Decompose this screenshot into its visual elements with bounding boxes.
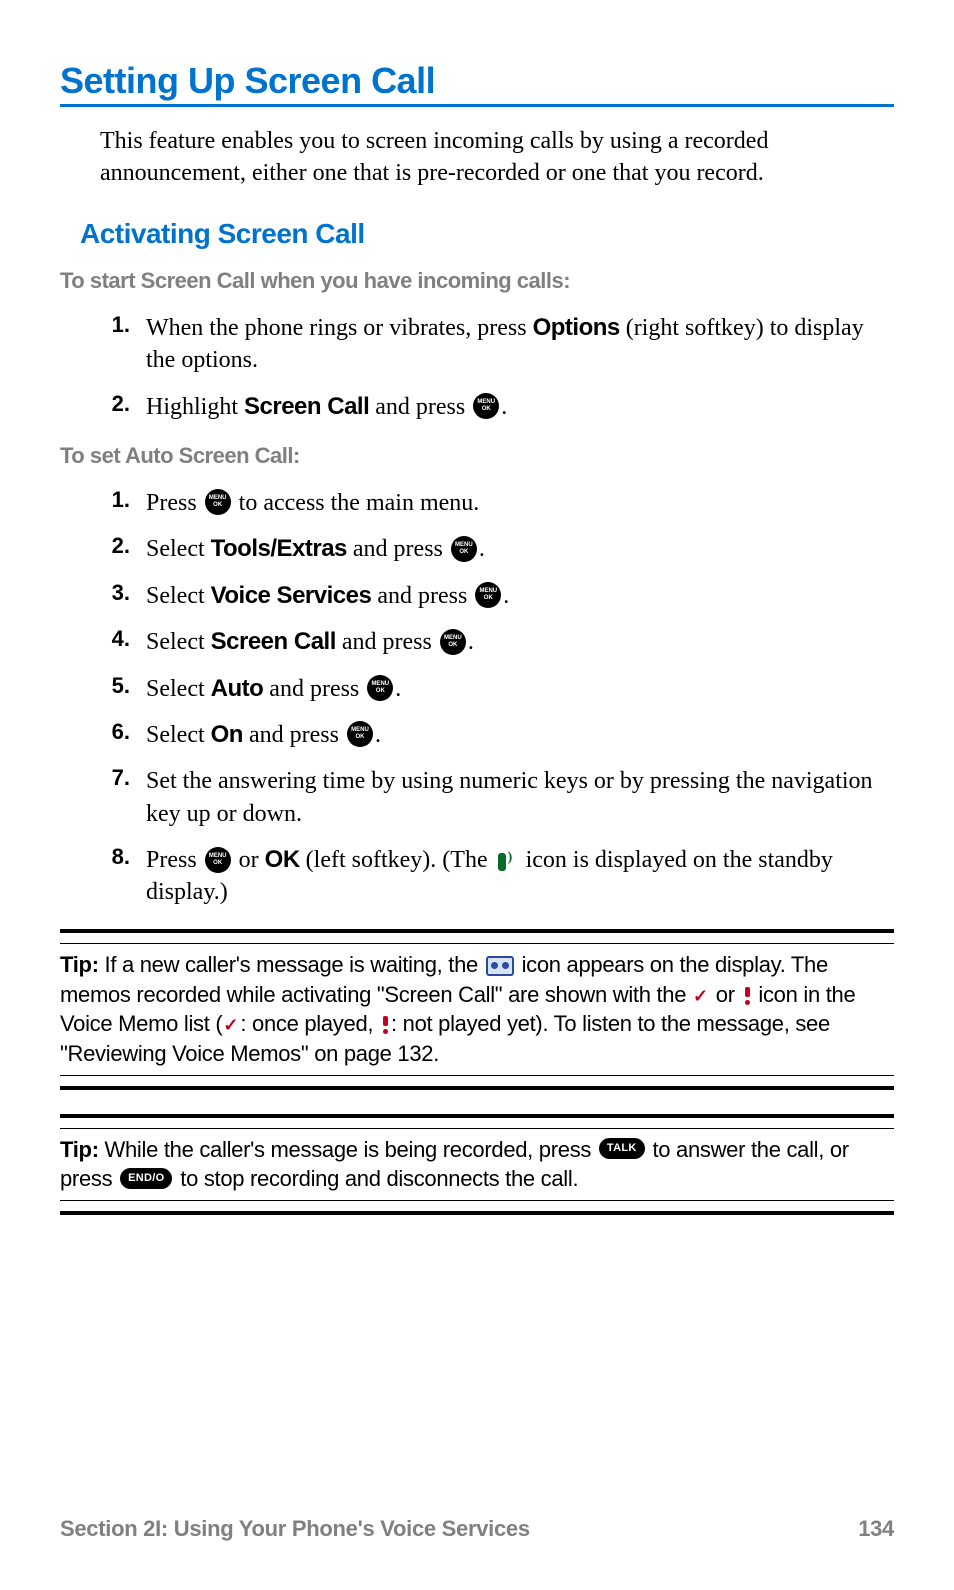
step-number: 6. <box>106 719 146 751</box>
tip-label: Tip: <box>60 1137 99 1162</box>
step-item: 7. Set the answering time by using numer… <box>60 765 894 830</box>
step-item: 8. Press or OK (left softkey). (The icon… <box>60 844 894 909</box>
step-number: 2. <box>106 533 146 565</box>
menu-ok-icon <box>367 675 393 701</box>
step-item: 6. Select On and press . <box>60 719 894 751</box>
exclamation-icon <box>380 1016 390 1034</box>
step-item: 3. Select Voice Services and press . <box>60 580 894 612</box>
step-item: 1. Press to access the main menu. <box>60 487 894 519</box>
footer-section: Section 2I: Using Your Phone's Voice Ser… <box>60 1516 530 1542</box>
procedure-prompt: To set Auto Screen Call: <box>60 443 894 469</box>
tip-box: Tip: While the caller's message is being… <box>60 1114 894 1215</box>
step-number: 5. <box>106 673 146 705</box>
step-number: 8. <box>106 844 146 909</box>
step-number: 1. <box>106 312 146 377</box>
step-text: Press or OK (left softkey). (The icon is… <box>146 844 894 909</box>
footer-page-number: 134 <box>858 1516 894 1542</box>
step-list-a: 1. When the phone rings or vibrates, pre… <box>60 312 894 423</box>
step-item: 4. Select Screen Call and press . <box>60 626 894 658</box>
checkmark-icon <box>693 988 709 1004</box>
step-text: Highlight Screen Call and press . <box>146 391 894 423</box>
menu-ok-icon <box>473 393 499 419</box>
exclamation-icon <box>742 987 752 1005</box>
step-text: Select Auto and press . <box>146 673 894 705</box>
step-text: Set the answering time by using numeric … <box>146 765 894 830</box>
talk-key-icon: TALK <box>599 1138 645 1159</box>
step-item: 5. Select Auto and press . <box>60 673 894 705</box>
step-text: Select Tools/Extras and press . <box>146 533 894 565</box>
step-number: 2. <box>106 391 146 423</box>
step-list-b: 1. Press to access the main menu. 2. Sel… <box>60 487 894 909</box>
step-text: Select Voice Services and press . <box>146 580 894 612</box>
step-number: 7. <box>106 765 146 830</box>
step-text: When the phone rings or vibrates, press … <box>146 312 894 377</box>
phone-speaker-icon <box>496 851 518 873</box>
menu-ok-icon <box>440 629 466 655</box>
menu-ok-icon <box>451 536 477 562</box>
tip-label: Tip: <box>60 952 99 977</box>
step-number: 3. <box>106 580 146 612</box>
page-footer: Section 2I: Using Your Phone's Voice Ser… <box>60 1516 894 1542</box>
step-item: 2. Highlight Screen Call and press . <box>60 391 894 423</box>
tip-box: Tip: If a new caller's message is waitin… <box>60 929 894 1090</box>
step-number: 4. <box>106 626 146 658</box>
step-text: Select Screen Call and press . <box>146 626 894 658</box>
tape-recorder-icon <box>486 956 514 976</box>
step-text: Press to access the main menu. <box>146 487 894 519</box>
step-text: Select On and press . <box>146 719 894 751</box>
menu-ok-icon <box>205 489 231 515</box>
end-key-icon: END/O <box>120 1168 172 1189</box>
menu-ok-icon <box>205 847 231 873</box>
menu-ok-icon <box>347 721 373 747</box>
section-subheading: Activating Screen Call <box>80 218 894 250</box>
menu-ok-icon <box>475 582 501 608</box>
procedure-prompt: To start Screen Call when you have incom… <box>60 268 894 294</box>
intro-paragraph: This feature enables you to screen incom… <box>100 125 894 190</box>
step-number: 1. <box>106 487 146 519</box>
step-item: 2. Select Tools/Extras and press . <box>60 533 894 565</box>
step-item: 1. When the phone rings or vibrates, pre… <box>60 312 894 377</box>
page-heading: Setting Up Screen Call <box>60 60 894 107</box>
checkmark-icon <box>223 1017 239 1033</box>
